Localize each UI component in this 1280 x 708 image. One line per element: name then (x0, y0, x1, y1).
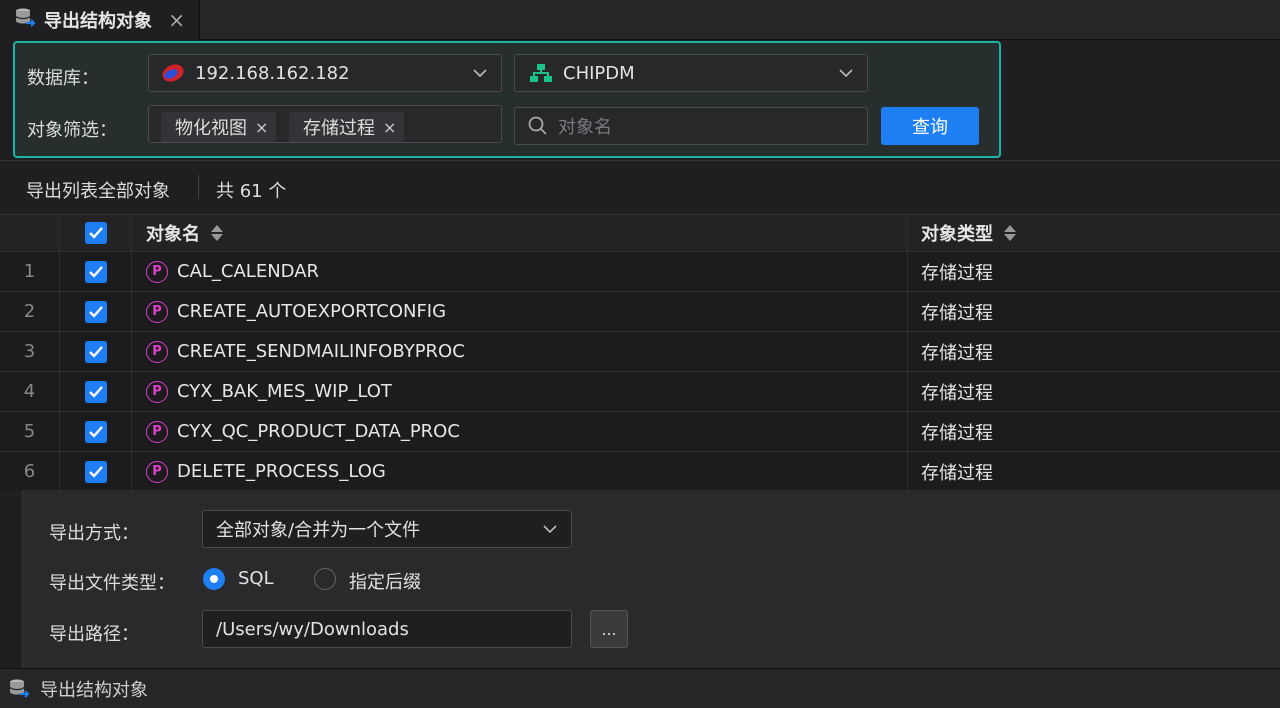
schema-icon (529, 63, 553, 83)
table-header: 对象名 对象类型 (0, 214, 1280, 251)
object-name: CREATE_SENDMAILINFOBYPROC (177, 341, 465, 362)
object-table: 对象名 对象类型 1 P CAL_CALENDAR 存储过程 2 P CREATE_… (0, 214, 1280, 491)
export-options-panel: 导出方式： 全部对象/合并为一个文件 导出文件类型： SQL 指定后缀 导出路径… (22, 490, 1280, 668)
object-name: CYX_QC_PRODUCT_DATA_PROC (177, 421, 460, 442)
procedure-icon: P (146, 380, 168, 403)
schema-value: CHIPDM (563, 62, 635, 84)
procedure-icon: P (146, 460, 168, 483)
divider (198, 175, 199, 199)
tab-export-structure[interactable]: 导出结构对象 × (0, 0, 200, 40)
procedure-icon: P (146, 300, 168, 323)
chevron-down-icon (543, 525, 557, 534)
object-type: 存储过程 (921, 302, 993, 324)
table-row[interactable]: 2 P CREATE_AUTOEXPORTCONFIG 存储过程 (0, 291, 1280, 331)
filter-panel: 数据库： 192.168.162.182 CHIPDM 对象筛选： 物化视图 × (13, 41, 1001, 158)
status-text: 导出结构对象 (40, 679, 148, 701)
close-icon[interactable]: × (168, 8, 185, 32)
radio-custom-suffix[interactable] (314, 568, 336, 590)
table-row[interactable]: 1 P CAL_CALENDAR 存储过程 (0, 251, 1280, 291)
table-row[interactable]: 3 P CREATE_SENDMAILINFOBYPROC 存储过程 (0, 331, 1280, 371)
row-checkbox[interactable] (84, 420, 107, 443)
export-path-input[interactable]: /Users/wy/Downloads (202, 610, 572, 648)
export-method-label: 导出方式： (49, 523, 139, 544)
object-name-search-input[interactable]: 对象名 (514, 107, 868, 145)
object-name: DELETE_PROCESS_LOG (177, 461, 386, 482)
chevron-down-icon (839, 69, 853, 78)
database-select[interactable]: 192.168.162.182 (148, 54, 502, 92)
tab-bar: 导出结构对象 × (0, 0, 1280, 40)
chip-stored-procedure: 存储过程 × (289, 112, 405, 142)
row-checkbox[interactable] (84, 460, 107, 483)
procedure-icon: P (146, 420, 168, 443)
search-icon (528, 116, 547, 135)
search-placeholder: 对象名 (558, 117, 612, 138)
radio-sql[interactable] (203, 568, 225, 590)
status-bar: 导出结构对象 (0, 668, 1280, 708)
database-export-icon (14, 7, 36, 34)
object-name: CREATE_AUTOEXPORTCONFIG (177, 301, 447, 322)
sort-icon[interactable] (1003, 224, 1017, 242)
browse-button[interactable]: ... (590, 610, 628, 648)
row-checkbox[interactable] (84, 380, 107, 403)
object-filter-label: 对象筛选： (27, 120, 117, 141)
object-type: 存储过程 (921, 382, 993, 404)
table-row[interactable]: 6 P DELETE_PROCESS_LOG 存储过程 (0, 451, 1280, 491)
radio-sql-label[interactable]: SQL (238, 568, 274, 589)
export-all-label: 导出列表全部对象 (26, 181, 170, 202)
summary-bar: 导出列表全部对象 共 61 个 (0, 160, 1280, 214)
select-all-checkbox[interactable] (84, 222, 107, 244)
export-path-value: /Users/wy/Downloads (216, 618, 409, 640)
index-header (0, 215, 60, 251)
schema-select[interactable]: CHIPDM (514, 54, 868, 92)
chip-remove-icon[interactable]: × (255, 118, 268, 137)
database-label: 数据库： (27, 68, 99, 89)
chip-materialized-view: 物化视图 × (161, 112, 277, 142)
select-all-cell (60, 215, 132, 251)
object-type: 存储过程 (921, 262, 993, 284)
object-name: CYX_BAK_MES_WIP_LOT (177, 381, 392, 402)
chevron-down-icon (473, 69, 487, 78)
row-checkbox[interactable] (84, 340, 107, 363)
object-count: 共 61 个 (216, 181, 287, 202)
procedure-icon: P (146, 340, 168, 363)
export-path-label: 导出路径： (49, 624, 139, 645)
table-row[interactable]: 5 P CYX_QC_PRODUCT_DATA_PROC 存储过程 (0, 411, 1280, 451)
procedure-icon: P (146, 260, 168, 283)
column-header-name[interactable]: 对象名 (132, 215, 908, 251)
export-file-type-label: 导出文件类型： (49, 573, 175, 594)
export-method-select[interactable]: 全部对象/合并为一个文件 (202, 510, 572, 548)
export-method-value: 全部对象/合并为一个文件 (216, 520, 421, 541)
database-value: 192.168.162.182 (195, 62, 350, 84)
chip-remove-icon[interactable]: × (383, 118, 396, 137)
sort-icon[interactable] (210, 224, 224, 242)
object-type: 存储过程 (921, 422, 993, 444)
column-header-type[interactable]: 对象类型 (908, 215, 1280, 251)
object-type-multiselect[interactable]: 物化视图 × 存储过程 × (148, 105, 502, 143)
object-type: 存储过程 (921, 342, 993, 364)
query-button[interactable]: 查询 (881, 107, 979, 145)
object-type: 存储过程 (921, 462, 993, 484)
row-checkbox[interactable] (84, 300, 107, 323)
table-row[interactable]: 4 P CYX_BAK_MES_WIP_LOT 存储过程 (0, 371, 1280, 411)
database-export-icon (8, 678, 30, 700)
connection-icon (161, 63, 185, 83)
object-name: CAL_CALENDAR (177, 261, 320, 282)
row-checkbox[interactable] (84, 260, 107, 283)
tab-title: 导出结构对象 (44, 11, 152, 32)
radio-custom-suffix-label[interactable]: 指定后缀 (349, 568, 421, 594)
